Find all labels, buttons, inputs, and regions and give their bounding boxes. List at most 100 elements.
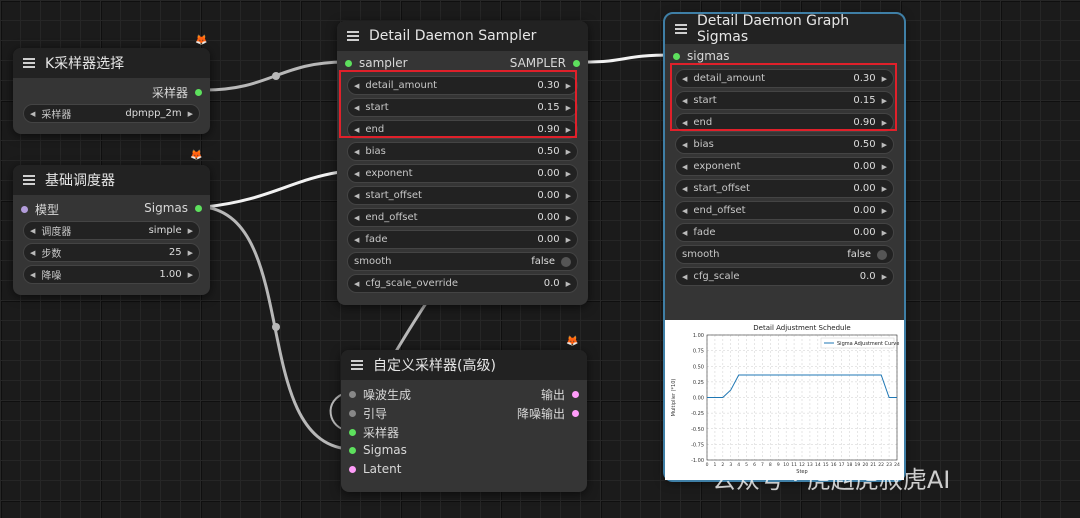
right-arrow-icon[interactable]: ▶ [882,163,887,171]
widget-label: 调度器 [41,227,72,238]
menu-icon[interactable] [23,56,35,70]
input-port[interactable] [349,446,356,454]
input-label: sampler [359,56,408,70]
right-arrow-icon[interactable]: ▶ [566,170,571,178]
toggle-icon[interactable] [877,249,887,260]
input-port[interactable] [349,391,356,398]
input-label: 模型 [35,203,60,217]
right-arrow-icon[interactable]: ▶ [882,229,887,237]
widget-fade[interactable]: ◀ fade 0.00 ▶ [347,230,578,249]
widget-bias[interactable]: ◀ bias 0.50 ▶ [347,142,578,161]
left-arrow-icon[interactable]: ◀ [682,229,687,237]
menu-icon[interactable] [347,29,359,43]
left-arrow-icon[interactable]: ◀ [682,141,687,149]
toggle-icon[interactable] [561,256,571,267]
input-port[interactable] [349,465,356,473]
node-header[interactable]: Detail Daemon Sampler [337,21,588,51]
node-header[interactable]: 基础调度器 [13,165,210,195]
output-port[interactable] [572,410,579,417]
input-latent[interactable]: Latent [349,462,401,476]
output-denoised[interactable]: 降噪输出 [517,405,579,422]
widget-value: 1.00 [159,269,182,280]
right-arrow-icon[interactable]: ▶ [566,214,571,222]
node-basic-scheduler[interactable]: 基础调度器 模型 Sigmas ◀ 调度器 simple ▶ ◀ 步数 25 ▶… [13,165,210,295]
widget-smooth-toggle[interactable]: smooth false [675,245,894,264]
output-sigmas[interactable]: Sigmas [144,201,202,215]
right-arrow-icon[interactable]: ▶ [882,185,887,193]
left-arrow-icon[interactable]: ◀ [354,192,359,200]
left-arrow-icon[interactable]: ◀ [354,236,359,244]
input-sigmas[interactable]: Sigmas [349,443,407,457]
right-arrow-icon[interactable]: ▶ [566,236,571,244]
output-port[interactable] [573,59,580,67]
widget-start-offset[interactable]: ◀ start_offset 0.00 ▶ [675,179,894,198]
node-header[interactable]: Detail Daemon Graph Sigmas [665,14,904,45]
left-arrow-icon[interactable]: ◀ [682,273,687,281]
widget-value: 0.00 [853,227,876,238]
left-arrow-icon[interactable]: ◀ [354,280,359,288]
widget-denoise[interactable]: ◀ 降噪 1.00 ▶ [23,265,200,284]
widget-exponent[interactable]: ◀ exponent 0.00 ▶ [347,164,578,183]
left-arrow-icon[interactable]: ◀ [30,249,35,257]
right-arrow-icon[interactable]: ▶ [188,227,193,235]
widget-end-offset[interactable]: ◀ end_offset 0.00 ▶ [675,201,894,220]
widget-label: end_offset [365,212,418,223]
output-port[interactable] [572,391,579,398]
widget-end-offset[interactable]: ◀ end_offset 0.00 ▶ [347,208,578,227]
right-arrow-icon[interactable]: ▶ [882,207,887,215]
widget-smooth-toggle[interactable]: smooth false [347,252,578,271]
input-port[interactable] [349,429,356,436]
node-detail-daemon-sampler[interactable]: Detail Daemon Sampler sampler SAMPLER ◀ d… [337,21,588,305]
right-arrow-icon[interactable]: ▶ [882,141,887,149]
left-arrow-icon[interactable]: ◀ [682,163,687,171]
left-arrow-icon[interactable]: ◀ [682,207,687,215]
fox-icon: 🦊 [566,336,579,347]
output-port[interactable] [195,89,202,96]
right-arrow-icon[interactable]: ▶ [566,280,571,288]
right-arrow-icon[interactable]: ▶ [188,249,193,257]
input-port[interactable] [673,52,680,60]
menu-icon[interactable] [23,173,35,187]
left-arrow-icon[interactable]: ◀ [354,148,359,156]
widget-steps[interactable]: ◀ 步数 25 ▶ [23,243,200,262]
input-sampler[interactable]: 采样器 [349,424,399,441]
output-port[interactable] [195,204,202,212]
output-sampler[interactable]: 采样器 [152,84,202,101]
right-arrow-icon[interactable]: ▶ [882,273,887,281]
left-arrow-icon[interactable]: ◀ [30,227,35,235]
right-arrow-icon[interactable]: ▶ [188,110,193,118]
input-sigmas[interactable]: sigmas [673,49,730,63]
left-arrow-icon[interactable]: ◀ [30,110,35,118]
node-header[interactable]: K采样器选择 [13,48,210,78]
input-noise[interactable]: 噪波生成 [349,386,411,403]
left-arrow-icon[interactable]: ◀ [354,170,359,178]
widget-start-offset[interactable]: ◀ start_offset 0.00 ▶ [347,186,578,205]
fox-icon: 🦊 [195,35,208,46]
input-port[interactable] [349,410,356,417]
input-guider[interactable]: 引导 [349,405,387,422]
widget-bias[interactable]: ◀ bias 0.50 ▶ [675,135,894,154]
widget-scheduler[interactable]: ◀ 调度器 simple ▶ [23,221,200,240]
node-header[interactable]: 自定义采样器(高级) [341,350,587,380]
left-arrow-icon[interactable]: ◀ [354,214,359,222]
widget-sampler[interactable]: ◀ 采样器 dpmpp_2m ▶ [23,104,200,123]
right-arrow-icon[interactable]: ▶ [566,192,571,200]
output-output[interactable]: 输出 [541,386,579,403]
output-sampler[interactable]: SAMPLER [510,56,580,70]
right-arrow-icon[interactable]: ▶ [566,148,571,156]
left-arrow-icon[interactable]: ◀ [682,185,687,193]
node-ksampler-select[interactable]: K采样器选择 采样器 ◀ 采样器 dpmpp_2m ▶ [13,48,210,134]
widget-exponent[interactable]: ◀ exponent 0.00 ▶ [675,157,894,176]
input-sampler[interactable]: sampler [345,56,408,70]
node-custom-sampler-advanced[interactable]: 自定义采样器(高级) 噪波生成 输出 引导 降噪输出 采样器 Sigmas La… [341,350,587,492]
input-port[interactable] [345,59,352,67]
left-arrow-icon[interactable]: ◀ [30,271,35,279]
widget-cfg-scale[interactable]: ◀ cfg_scale 0.0 ▶ [675,267,894,286]
right-arrow-icon[interactable]: ▶ [188,271,193,279]
widget-fade[interactable]: ◀ fade 0.00 ▶ [675,223,894,242]
input-model[interactable]: 模型 [21,201,59,218]
menu-icon[interactable] [675,22,687,36]
menu-icon[interactable] [351,358,363,372]
input-port[interactable] [21,206,28,213]
widget-cfg-scale-override[interactable]: ◀ cfg_scale_override 0.0 ▶ [347,274,578,293]
